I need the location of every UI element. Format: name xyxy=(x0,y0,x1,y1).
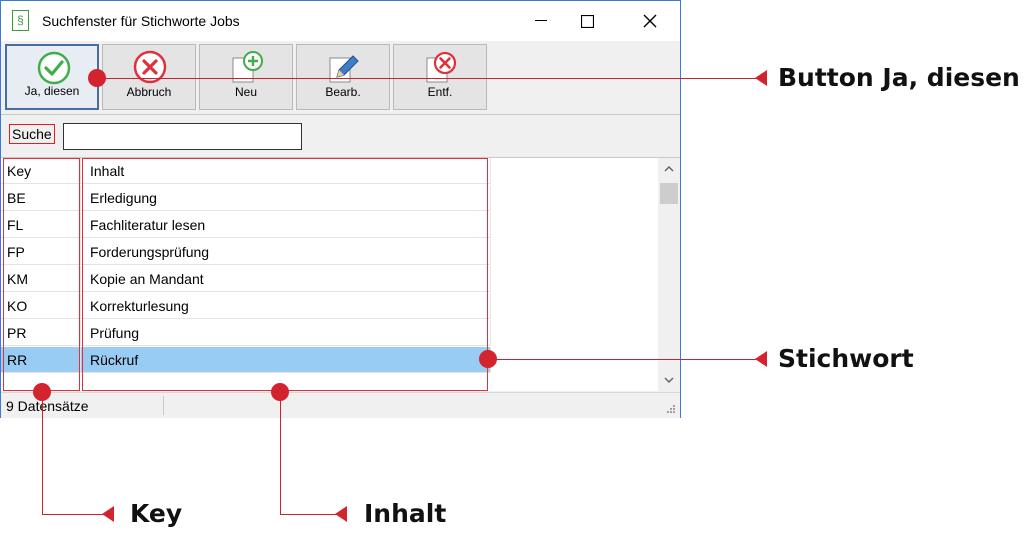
scroll-thumb[interactable] xyxy=(660,183,678,204)
status-separator xyxy=(163,396,164,415)
table-row[interactable]: FP Forderungsprüfung xyxy=(1,239,491,266)
yes-this-button[interactable]: Ja, diesen xyxy=(5,44,99,110)
key-cell: KO xyxy=(1,293,81,319)
key-cell: PR xyxy=(1,320,81,346)
inhalt-marker-dot xyxy=(271,383,289,401)
inhalt-cell: Fachliteratur lesen xyxy=(81,212,491,238)
inhalt-connector-horizontal xyxy=(280,514,338,515)
key-connector-vertical xyxy=(42,392,43,515)
edit-button[interactable]: Bearb. xyxy=(296,44,390,110)
key-cell: KM xyxy=(1,266,81,292)
callout-inhalt: Inhalt xyxy=(364,499,447,528)
search-row: Suche xyxy=(1,115,680,158)
column-header-key[interactable]: Key xyxy=(1,158,81,184)
table-row[interactable]: BE Erledigung xyxy=(1,185,491,212)
inhalt-cell: Forderungsprüfung xyxy=(81,239,491,265)
table-row[interactable]: KO Korrekturlesung xyxy=(1,293,491,320)
search-window: § Suchfenster für Stichworte Jobs Ja, di… xyxy=(0,0,681,418)
inhalt-connector-vertical xyxy=(280,392,281,515)
key-cell: BE xyxy=(1,185,81,211)
inhalt-cell: Rückruf xyxy=(81,347,491,373)
callout-stichwort: Stichwort xyxy=(778,344,914,373)
inhalt-arrow-icon xyxy=(335,506,347,522)
key-cell: RR xyxy=(1,347,81,373)
maximize-button[interactable] xyxy=(564,1,610,41)
status-bar: 9 Datensätze xyxy=(1,392,680,418)
check-icon xyxy=(37,51,71,85)
table-row[interactable]: FL Fachliteratur lesen xyxy=(1,212,491,239)
button-arrow-icon xyxy=(755,70,767,86)
button-connector xyxy=(97,78,757,79)
inhalt-cell: Prüfung xyxy=(81,320,491,346)
close-icon xyxy=(643,14,657,28)
table-header: Key Inhalt xyxy=(1,158,491,185)
inhalt-cell: Erledigung xyxy=(81,185,491,211)
cancel-button[interactable]: Abbruch xyxy=(102,44,196,110)
vertical-scrollbar[interactable] xyxy=(658,158,680,391)
table-row-selected[interactable]: RR Rückruf xyxy=(1,347,491,374)
title-bar: § Suchfenster für Stichworte Jobs xyxy=(1,1,680,41)
column-header-inhalt[interactable]: Inhalt xyxy=(81,158,491,184)
minimize-icon xyxy=(535,20,547,21)
callout-key: Key xyxy=(130,499,183,528)
search-label: Suche xyxy=(9,124,55,144)
stichwort-arrow-icon xyxy=(755,351,767,367)
data-grid: Key Inhalt BE Erledigung FL Fachliteratu… xyxy=(1,158,658,391)
new-button[interactable]: Neu xyxy=(199,44,293,110)
record-count: 9 Datensätze xyxy=(6,398,89,414)
close-window-button[interactable] xyxy=(627,1,673,41)
minimize-button[interactable] xyxy=(518,1,564,41)
stichwort-marker-dot xyxy=(479,350,497,368)
button-marker-dot xyxy=(88,69,106,87)
key-cell: FL xyxy=(1,212,81,238)
scroll-down-icon xyxy=(664,377,674,383)
inhalt-cell: Kopie an Mandant xyxy=(81,266,491,292)
stichwort-connector xyxy=(488,359,757,360)
resize-grip-icon xyxy=(667,405,675,413)
callout-button: Button Ja, diesen xyxy=(778,63,1020,92)
edit-label: Bearb. xyxy=(325,85,361,99)
window-title: Suchfenster für Stichworte Jobs xyxy=(42,13,240,29)
scroll-up-icon xyxy=(664,166,674,172)
delete-label: Entf. xyxy=(427,85,453,99)
table-row[interactable]: KM Kopie an Mandant xyxy=(1,266,491,293)
yes-this-label: Ja, diesen xyxy=(24,84,80,98)
cancel-label: Abbruch xyxy=(126,85,172,99)
new-label: Neu xyxy=(234,85,257,99)
search-input[interactable] xyxy=(63,123,302,150)
app-icon: § xyxy=(12,10,29,31)
inhalt-cell: Korrekturlesung xyxy=(81,293,491,319)
delete-button[interactable]: Entf. xyxy=(393,44,487,110)
key-cell: FP xyxy=(1,239,81,265)
key-arrow-icon xyxy=(102,506,114,522)
key-marker-dot xyxy=(33,383,51,401)
maximize-icon xyxy=(580,14,594,28)
table-row[interactable]: PR Prüfung xyxy=(1,320,491,347)
